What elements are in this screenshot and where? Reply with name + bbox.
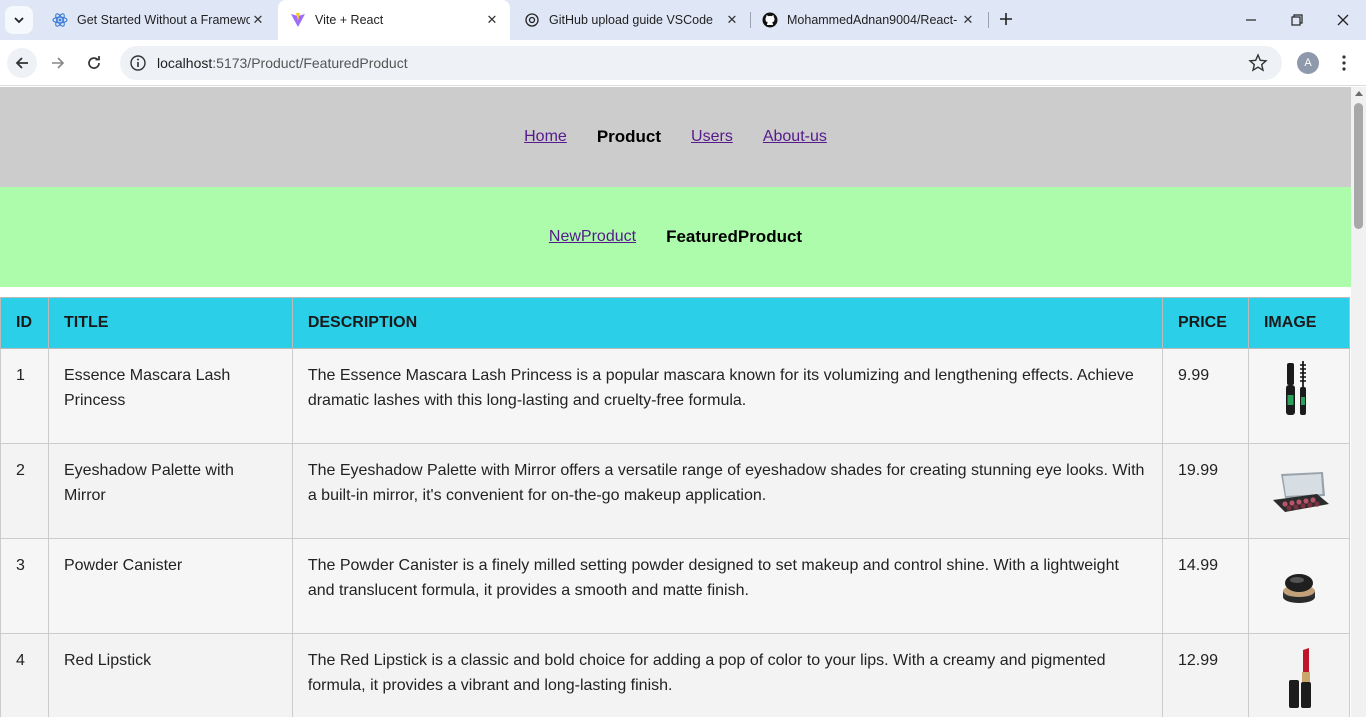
cell-title: Red Lipstick: [47, 633, 293, 717]
eyeshadow-palette-image: [1272, 472, 1329, 512]
new-tab-button[interactable]: [996, 10, 1016, 30]
avatar[interactable]: A: [1297, 52, 1319, 74]
cell-id: 2: [0, 443, 49, 539]
main-nav: Home Product Users About-us: [0, 87, 1351, 187]
minimize-icon: [1246, 19, 1256, 21]
table-header-row: ID TITLE DESCRIPTION PRICE IMAGE: [0, 297, 1351, 349]
close-window-button[interactable]: [1333, 10, 1353, 30]
cell-id: 3: [0, 538, 49, 634]
nav-link-home[interactable]: Home: [524, 128, 567, 146]
close-icon: [1337, 14, 1349, 26]
page-scrollbar[interactable]: [1351, 87, 1366, 717]
cell-image: [1247, 443, 1351, 539]
tab-get-started[interactable]: Get Started Without a Framewo ✕: [40, 0, 276, 40]
table-row: 2 Eyeshadow Palette with Mirror The Eyes…: [0, 443, 1351, 539]
nav-link-product[interactable]: Product: [597, 127, 661, 147]
cell-description: The Powder Canister is a finely milled s…: [291, 538, 1164, 634]
url-path: :5173/Product/FeaturedProduct: [212, 55, 408, 71]
back-button[interactable]: [7, 48, 37, 78]
github-icon: [762, 12, 778, 28]
cell-id: 4: [0, 633, 49, 717]
scroll-up-arrow-icon[interactable]: [1355, 91, 1363, 96]
cell-title: Eyeshadow Palette with Mirror: [47, 443, 293, 539]
restore-icon: [1291, 14, 1303, 26]
cell-description: The Eyeshadow Palette with Mirror offers…: [291, 443, 1164, 539]
plus-icon: [1000, 13, 1012, 25]
reload-icon: [88, 56, 100, 69]
nav-link-users[interactable]: Users: [691, 128, 733, 146]
cell-image: [1247, 348, 1351, 444]
red-lipstick-image: [1288, 648, 1311, 708]
cell-title: Powder Canister: [47, 538, 293, 634]
close-icon[interactable]: ✕: [484, 12, 500, 28]
url-text[interactable]: localhost:5173/Product/FeaturedProduct: [157, 55, 408, 71]
reload-button[interactable]: [79, 48, 109, 78]
site-info-icon[interactable]: [129, 54, 147, 72]
address-bar[interactable]: localhost:5173/Product/FeaturedProduct: [120, 46, 1282, 80]
more-vert-icon: [1342, 55, 1346, 71]
tab-github-repo[interactable]: MohammedAdnan9004/React- ✕: [750, 0, 986, 40]
cell-description: The Essence Mascara Lash Princess is a p…: [291, 348, 1164, 444]
close-icon[interactable]: ✕: [960, 12, 976, 28]
scrollbar-thumb[interactable]: [1354, 103, 1363, 229]
cell-title: Essence Mascara Lash Princess: [47, 348, 293, 444]
page-viewport: Home Product Users About-us NewProduct F…: [0, 87, 1351, 717]
cell-image: [1247, 538, 1351, 634]
close-icon[interactable]: ✕: [724, 12, 740, 28]
table-row: 3 Powder Canister The Powder Canister is…: [0, 538, 1351, 634]
forward-button[interactable]: [43, 48, 73, 78]
vite-icon: [290, 12, 306, 28]
products-table: ID TITLE DESCRIPTION PRICE IMAGE 1 Essen…: [0, 297, 1351, 717]
tab-vite-react[interactable]: Vite + React ✕: [278, 0, 510, 40]
url-host: localhost: [157, 55, 213, 71]
column-header-title: TITLE: [47, 297, 293, 349]
chatgpt-icon: [524, 12, 540, 28]
column-header-id: ID: [0, 297, 49, 349]
close-icon[interactable]: ✕: [250, 12, 266, 28]
column-header-price: PRICE: [1162, 297, 1249, 349]
minimize-button[interactable]: [1241, 10, 1261, 30]
react-icon: [52, 12, 68, 28]
tab-github-guide[interactable]: GitHub upload guide VSCode ✕: [512, 0, 750, 40]
product-sub-nav: NewProduct FeaturedProduct: [0, 187, 1351, 287]
browser-tab-bar: Get Started Without a Framewo ✕ Vite + R…: [0, 0, 1366, 40]
nav-link-about-us[interactable]: About-us: [763, 128, 827, 146]
cell-price: 14.99: [1162, 538, 1249, 634]
cell-price: 12.99: [1162, 633, 1249, 717]
chevron-down-icon: [14, 17, 24, 24]
browser-toolbar: localhost:5173/Product/FeaturedProduct A: [0, 40, 1366, 86]
cell-price: 19.99: [1162, 443, 1249, 539]
cell-image: [1247, 633, 1351, 717]
tab-title: Vite + React: [315, 13, 384, 27]
tab-search-button[interactable]: [5, 6, 33, 34]
cell-description: The Red Lipstick is a classic and bold c…: [291, 633, 1164, 717]
table-row: 1 Essence Mascara Lash Princess The Esse…: [0, 348, 1351, 444]
tab-title: GitHub upload guide VSCode: [549, 13, 714, 27]
tab-title: Get Started Without a Framewo: [77, 13, 250, 27]
restore-button[interactable]: [1287, 10, 1307, 30]
arrow-right-icon: [52, 57, 65, 69]
cell-id: 1: [0, 348, 49, 444]
tab-title: MohammedAdnan9004/React-: [787, 13, 958, 27]
table-row: 4 Red Lipstick The Red Lipstick is a cla…: [0, 633, 1351, 717]
subnav-link-featured-product[interactable]: FeaturedProduct: [666, 227, 802, 247]
menu-button[interactable]: [1334, 52, 1354, 74]
arrow-left-icon: [15, 57, 28, 69]
column-header-description: DESCRIPTION: [291, 297, 1164, 349]
bookmark-star-icon[interactable]: [1248, 53, 1268, 73]
mascara-image: [1285, 361, 1306, 415]
tab-separator: [988, 12, 989, 28]
column-header-image: IMAGE: [1247, 297, 1351, 349]
subnav-link-new-product[interactable]: NewProduct: [549, 228, 636, 246]
cell-price: 9.99: [1162, 348, 1249, 444]
powder-canister-image: [1282, 574, 1315, 603]
